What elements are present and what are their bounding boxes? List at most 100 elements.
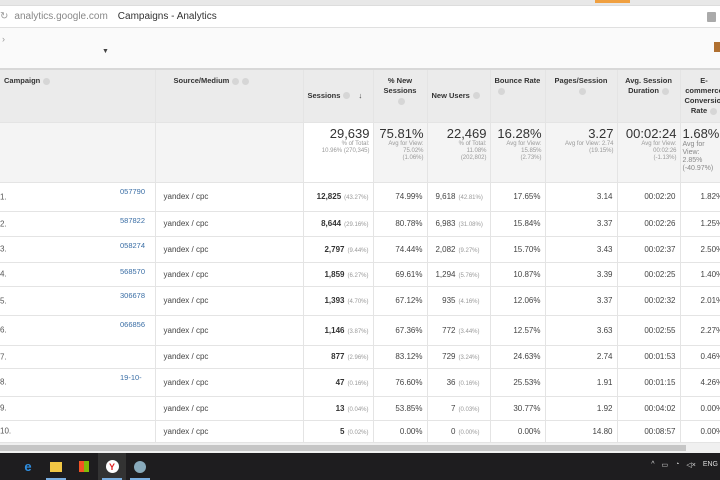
source-medium-link[interactable]: yandex / cpc — [164, 404, 209, 413]
source-medium-link[interactable]: yandex / cpc — [164, 219, 209, 228]
sessions-value: 5 — [340, 426, 345, 436]
dropdown-caret-icon[interactable]: ▼ — [102, 48, 109, 55]
avatar[interactable] — [714, 42, 720, 52]
campaign-link[interactable]: 057790 — [120, 187, 145, 196]
cell-campaign: 9. — [0, 396, 156, 421]
remove-dimension-icon[interactable] — [242, 77, 250, 85]
summary-note: Avg for View: — [388, 140, 424, 147]
cell-avg-duration: 00:04:02 — [617, 396, 681, 421]
new-users-pct: (4.16%) — [458, 299, 480, 305]
summary-note: View: — [682, 148, 700, 156]
cell-ecom-rate: 0.00% — [680, 420, 720, 443]
col-avg-duration[interactable]: Avg. Session Duration — [617, 70, 681, 123]
summary-value: 00:02:24 — [625, 125, 677, 141]
summary-new-users: 22,469% of Total: 11.08% (202,802) — [427, 122, 491, 183]
help-icon[interactable] — [343, 92, 351, 100]
summary-note: Avg for — [682, 140, 705, 148]
cell-source-medium: yandex / cpc — [155, 182, 304, 212]
network-icon[interactable]: ◔ — [675, 461, 679, 469]
cell-new-users: 2,082 (9.27%) — [427, 236, 491, 263]
cell-pages-session: 1.91 — [545, 368, 618, 397]
sessions-value: 2,797 — [324, 244, 345, 254]
yandex-browser-icon[interactable]: Y — [98, 453, 126, 480]
sessions-pct: (2.96%) — [347, 355, 369, 361]
sort-desc-icon[interactable]: ↓ — [359, 91, 363, 100]
source-medium-link[interactable]: yandex / cpc — [164, 270, 209, 279]
chevron-right-icon[interactable]: › — [2, 34, 5, 44]
volume-icon[interactable]: ◁× — [686, 461, 695, 469]
col-ecom-rate[interactable]: E-commerce Conversion Rate — [680, 70, 720, 123]
store-icon[interactable] — [70, 453, 98, 480]
cell-new-users: 1,294 (5.76%) — [427, 262, 491, 287]
col-new-sessions[interactable]: % New Sessions — [373, 70, 428, 123]
new-users-value: 2,082 — [435, 244, 456, 254]
cell-pages-session: 14.80 — [545, 420, 618, 443]
help-icon[interactable] — [232, 77, 240, 85]
horizontal-scrollbar[interactable] — [0, 443, 720, 453]
sessions-value: 1,146 — [324, 325, 345, 335]
campaign-link[interactable]: 568570 — [120, 267, 145, 276]
col-campaign[interactable]: Campaign — [0, 70, 156, 123]
cell-sessions: 1,859 (6.27%) — [303, 262, 374, 287]
source-medium-link[interactable]: yandex / cpc — [164, 192, 209, 201]
chevron-up-icon[interactable]: ^ — [651, 461, 654, 469]
summary-blank — [155, 122, 304, 183]
col-new-users[interactable]: New Users — [427, 70, 491, 123]
help-icon[interactable] — [497, 87, 505, 95]
campaign-link[interactable]: 306678 — [120, 291, 145, 300]
help-icon[interactable] — [43, 77, 51, 85]
new-users-value: 9,618 — [435, 192, 456, 201]
reload-icon[interactable]: ↻ — [0, 11, 8, 22]
new-users-pct: (9.27%) — [458, 247, 480, 254]
campaign-link[interactable]: 058274 — [120, 241, 145, 250]
cell-pages-session: 3.37 — [545, 211, 618, 237]
campaign-link[interactable]: 066856 — [120, 320, 145, 329]
summary-note: 15.85% — [521, 147, 542, 154]
language-indicator[interactable]: ENG — [703, 461, 718, 469]
scrollbar-thumb[interactable] — [0, 445, 686, 451]
new-users-pct: (3.44%) — [458, 328, 480, 335]
sessions-pct: (9.44%) — [347, 247, 369, 254]
app-icon[interactable] — [126, 453, 154, 480]
source-medium-link[interactable]: yandex / cpc — [164, 427, 209, 436]
help-icon[interactable] — [398, 97, 405, 105]
col-pages-session[interactable]: Pages/Session — [545, 70, 618, 123]
cell-avg-duration: 00:02:26 — [617, 211, 681, 237]
cell-new-users: 729 (3.24%) — [427, 345, 491, 369]
summary-note: (19.15%) — [589, 147, 614, 154]
report-toolbar: › ▼ — [0, 28, 720, 70]
url-text[interactable]: analytics.google.com — [14, 11, 107, 22]
cell-sessions: 12,825 (43.27%) — [303, 182, 374, 212]
sessions-value: 1,859 — [324, 269, 345, 279]
summary-pages: 3.27 Avg for View: 2.74 (19.15%) — [545, 122, 618, 183]
campaign-link[interactable]: 19-10- — [120, 373, 142, 382]
help-icon[interactable] — [579, 87, 586, 95]
battery-icon[interactable]: ▭ — [661, 461, 668, 469]
source-medium-link[interactable]: yandex / cpc — [164, 378, 209, 387]
summary-note: 11.08% — [466, 147, 487, 154]
col-sessions[interactable]: Sessions ↓ — [303, 70, 374, 123]
address-bar[interactable]: ↻ analytics.google.com Campaigns - Analy… — [0, 6, 720, 28]
cell-source-medium: yandex / cpc — [155, 368, 304, 397]
sessions-value: 1,393 — [324, 296, 345, 305]
campaign-link[interactable]: 587822 — [120, 216, 145, 225]
cell-pages-session: 3.14 — [545, 182, 618, 212]
edge-icon[interactable]: e — [14, 453, 42, 480]
cell-sessions: 1,393 (4.70%) — [303, 286, 374, 316]
extension-icon[interactable] — [707, 11, 716, 22]
help-icon[interactable] — [710, 107, 718, 115]
source-medium-link[interactable]: yandex / cpc — [164, 326, 209, 335]
source-medium-link[interactable]: yandex / cpc — [164, 296, 209, 305]
help-icon[interactable] — [661, 87, 669, 95]
system-tray: ^ ▭ ◔ ◁× ENG — [651, 461, 718, 469]
source-medium-link[interactable]: yandex / cpc — [164, 245, 209, 254]
cell-avg-duration: 00:02:37 — [617, 236, 681, 263]
cell-pages-session: 3.63 — [545, 315, 618, 346]
cell-source-medium: yandex / cpc — [155, 211, 304, 237]
sessions-pct: (0.02%) — [347, 429, 369, 436]
help-icon[interactable] — [472, 92, 480, 100]
file-explorer-icon[interactable] — [42, 453, 70, 480]
col-source-medium[interactable]: Source/Medium — [155, 70, 304, 123]
source-medium-link[interactable]: yandex / cpc — [164, 352, 209, 361]
col-bounce-rate[interactable]: Bounce Rate — [490, 70, 546, 123]
